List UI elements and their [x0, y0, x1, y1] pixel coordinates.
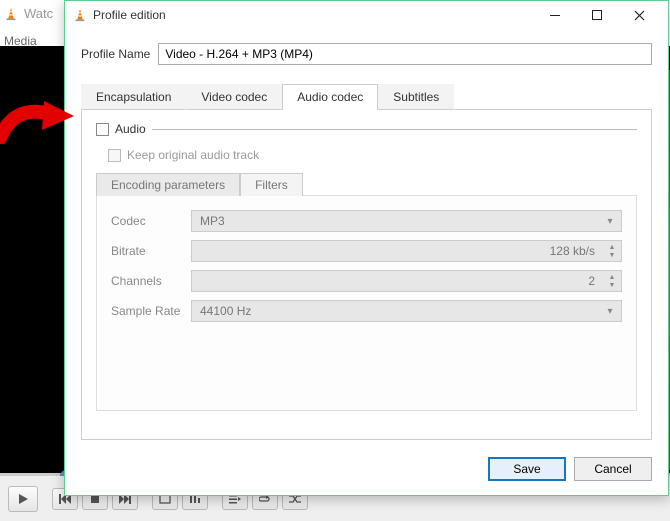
tab-subtitles[interactable]: Subtitles [378, 84, 454, 110]
main-window-title: Watc [0, 6, 53, 21]
channels-spinner[interactable]: 2 ▲▼ [191, 270, 622, 292]
samplerate-select[interactable]: 44100 Hz ▾ [191, 300, 622, 322]
tab-filters[interactable]: Filters [240, 173, 303, 196]
tab-encoding-parameters[interactable]: Encoding parameters [96, 173, 240, 196]
maximize-button[interactable] [576, 2, 618, 28]
chevron-down-icon: ▾ [603, 214, 617, 228]
dialog-titlebar: Profile edition [65, 1, 668, 29]
keep-original-checkbox[interactable] [108, 149, 121, 162]
spinner-buttons[interactable]: ▲▼ [605, 243, 619, 259]
audio-checkbox[interactable] [96, 123, 109, 136]
samplerate-value: 44100 Hz [200, 304, 251, 318]
profile-edition-dialog: Profile edition Profile Name Encapsulati… [64, 0, 669, 496]
close-icon [634, 10, 645, 21]
spinner-buttons[interactable]: ▲▼ [605, 273, 619, 289]
bitrate-label: Bitrate [111, 244, 191, 258]
tab-encapsulation[interactable]: Encapsulation [81, 84, 186, 110]
chevron-down-icon: ▾ [603, 304, 617, 318]
tab-audio-codec[interactable]: Audio codec [282, 84, 378, 110]
vlc-cone-icon [4, 7, 18, 21]
bitrate-value: 128 kb/s [550, 244, 613, 258]
encoding-inner-tabs: Encoding parameters Filters [96, 172, 637, 195]
dialog-title: Profile edition [93, 8, 528, 22]
minimize-icon [550, 10, 560, 20]
save-button[interactable]: Save [488, 457, 566, 481]
codec-select[interactable]: MP3 ▾ [191, 210, 622, 232]
group-divider [152, 129, 637, 130]
close-button[interactable] [618, 2, 660, 28]
cancel-button[interactable]: Cancel [574, 457, 652, 481]
profile-name-input[interactable] [158, 43, 652, 65]
codec-label: Codec [111, 214, 191, 228]
audio-checkbox-label: Audio [115, 122, 146, 136]
codec-value: MP3 [200, 214, 225, 228]
keep-original-label: Keep original audio track [127, 148, 259, 162]
samplerate-label: Sample Rate [111, 304, 191, 318]
channels-label: Channels [111, 274, 191, 288]
profile-name-label: Profile Name [81, 47, 150, 61]
audio-codec-panel: Audio Keep original audio track Encoding… [81, 110, 652, 440]
maximize-icon [592, 10, 602, 20]
vlc-cone-icon [73, 8, 87, 22]
tab-video-codec[interactable]: Video codec [186, 84, 282, 110]
codec-tabs: Encapsulation Video codec Audio codec Su… [81, 83, 652, 110]
minimize-button[interactable] [534, 2, 576, 28]
bitrate-spinner[interactable]: 128 kb/s ▲▼ [191, 240, 622, 262]
encoding-parameters-panel: Codec MP3 ▾ Bitrate 128 kb/s ▲▼ Channels [96, 195, 637, 411]
play-icon [17, 493, 29, 505]
play-button[interactable] [8, 486, 38, 512]
